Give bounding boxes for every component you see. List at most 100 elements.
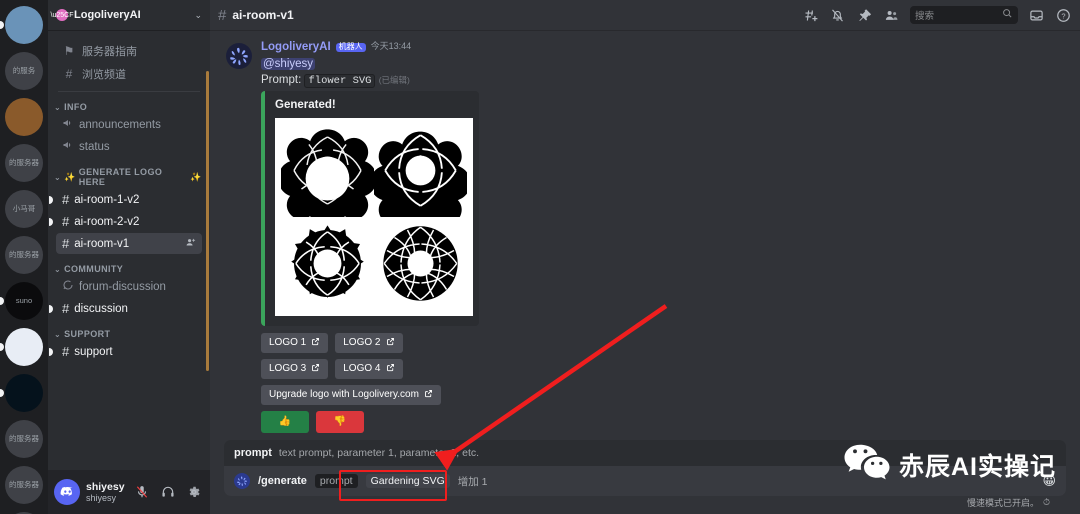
button-label: LOGO 4 [343, 363, 381, 375]
server-avatar-photo[interactable] [5, 6, 43, 44]
page-title: ai-room-v1 [232, 8, 294, 22]
inbox-icon[interactable] [1028, 7, 1045, 24]
headphones-icon[interactable] [158, 482, 178, 502]
server-avatar-6[interactable]: 的服务器 [5, 466, 43, 504]
category-community[interactable]: ⌄ COMMUNITY [54, 264, 202, 274]
hash-icon: # [62, 214, 70, 229]
search-icon [1002, 8, 1013, 22]
message-input[interactable]: /generate prompt Gardening SVG 增加 1 😀 [224, 466, 1066, 496]
button-label: LOGO 3 [269, 363, 307, 375]
external-link-icon [424, 389, 433, 400]
server-guide-icon: ⚑ [63, 44, 75, 58]
search-input[interactable]: 搜索 [910, 6, 1018, 24]
notification-off-icon[interactable] [829, 7, 846, 24]
upgrade-logo-button[interactable]: Upgrade logo with Logolivery.com [261, 384, 441, 405]
channel-label: status [79, 140, 110, 153]
sidebar-item-announcements[interactable]: announcements [56, 114, 202, 135]
add-member-icon[interactable] [185, 237, 196, 251]
threads-icon[interactable] [802, 7, 819, 24]
sidebar-item-status[interactable]: status [56, 136, 202, 157]
chevron-down-icon: ⌄ [54, 329, 62, 339]
button-label: LOGO 2 [343, 337, 381, 349]
logo-3-button[interactable]: LOGO 3 [261, 358, 329, 379]
sidebar-item-browse-channels[interactable]: # 浏览频道 [56, 63, 202, 85]
server-avatar-gallery[interactable] [5, 328, 43, 366]
category-label: COMMUNITY [64, 264, 124, 274]
svg-text:?: ? [1061, 11, 1065, 20]
hash-icon: # [62, 192, 70, 207]
slowmode-text: 慢速模式已开启。 [966, 497, 1039, 508]
component-buttons[interactable]: LOGO 1 LOGO 2 LOGO 3 LOGO 4 Upgrade logo wit… [261, 332, 1068, 433]
sidebar-item-server-guide[interactable]: ⚑ 服务器指南 [56, 40, 202, 62]
button-row: Upgrade logo with Logolivery.com [261, 384, 1068, 405]
category-support[interactable]: ⌄ SUPPORT [54, 329, 202, 339]
sidebar-item-label: 服务器指南 [82, 46, 137, 58]
composer-area: prompt text prompt, parameter 1, paramet… [210, 440, 1080, 514]
server-avatar-3[interactable]: 小马哥 [5, 190, 43, 228]
logo-2-button[interactable]: LOGO 2 [335, 332, 403, 353]
sidebar-item-forum-discussion[interactable]: forum-discussion [56, 276, 202, 297]
server-avatar-1[interactable]: 的服务 [5, 52, 43, 90]
category-generate-logo-here[interactable]: ⌄ ✨ GENERATE LOGO HERE ✨ [54, 167, 202, 187]
sidebar-item-ai-room-2-v2[interactable]: # ai-room-2-v2 [49, 211, 202, 232]
sidebar-item-discussion[interactable]: # discussion [49, 298, 202, 319]
command-bot-icon [234, 473, 250, 489]
button-label: Upgrade logo with Logolivery.com [269, 389, 419, 401]
thumbs-down-button[interactable]: 👎 [316, 410, 364, 433]
sparkle-icon: ✨ [64, 171, 76, 182]
category-info[interactable]: ⌄ INFO [54, 102, 202, 112]
message-body: LogoliveryAI 机器人 今天13:44 @shiyesy Prompt… [261, 41, 1068, 439]
mention-line: @shiyesy [261, 54, 1068, 72]
server-unread-pill [0, 389, 4, 397]
avatar[interactable] [54, 479, 80, 505]
server-avatar-5[interactable]: 的服务器 [5, 420, 43, 458]
sidebar-item-support[interactable]: # support [49, 341, 202, 362]
command-option-value[interactable]: Gardening SVG [365, 474, 450, 488]
slash-command: /generate [258, 475, 307, 487]
server-avatar-neon[interactable] [5, 374, 43, 412]
sidebar-scrollbar[interactable] [206, 71, 209, 371]
sidebar-item-ai-room-v1[interactable]: # ai-room-v1 [56, 233, 202, 254]
mic-muted-icon[interactable] [132, 482, 152, 502]
megaphone-icon [62, 117, 74, 132]
message: LogoliveryAI 机器人 今天13:44 @shiyesy Prompt… [210, 39, 1080, 439]
server-avatar-2[interactable]: 的服务器 [5, 144, 43, 182]
embed-image[interactable] [275, 117, 473, 316]
server-header[interactable]: \u25CF LogoliveryAI ⌄ [48, 0, 210, 31]
button-label: 👎 [333, 416, 347, 428]
channel-label: announcements [79, 118, 161, 131]
server-avatar-suno[interactable]: suno [5, 282, 43, 320]
logo-4-button[interactable]: LOGO 4 [335, 358, 403, 379]
channel-list[interactable]: ⚑ 服务器指南 # 浏览频道 ⌄ INFO announcements status ⌄ ✨ GEN… [48, 31, 210, 470]
emoji-picker-icon[interactable]: 😀 [1042, 473, 1056, 489]
pinned-messages-icon[interactable] [856, 7, 873, 24]
server-name: LogoliveryAI [74, 9, 141, 21]
category-label: SUPPORT [64, 329, 111, 339]
channel-topbar: # ai-room-v1 搜索 ? [210, 0, 1080, 31]
server-avatar-4[interactable]: 的服务器 [5, 236, 43, 274]
server-avatar-food[interactable] [5, 98, 43, 136]
sidebar-item-ai-room-1-v2[interactable]: # ai-room-1-v2 [49, 189, 202, 210]
logo-1-button[interactable]: LOGO 1 [261, 332, 329, 353]
hash-icon: # [218, 6, 227, 24]
members-icon[interactable] [883, 7, 900, 24]
server-rail[interactable]: 的服务的服务器小马哥的服务器suno的服务器的服务器你的服务羽的服务新的 [0, 0, 48, 514]
user-mention[interactable]: @shiyesy [261, 57, 316, 70]
button-label: LOGO 1 [269, 337, 307, 349]
channel-label: ai-room-2-v2 [74, 215, 140, 228]
sidebar-item-label: 浏览频道 [82, 69, 126, 81]
server-unread-pill [0, 343, 4, 351]
server-unread-pill [0, 297, 4, 305]
message-author[interactable]: LogoliveryAI [261, 41, 331, 54]
channel-label: forum-discussion [79, 280, 166, 293]
button-row: LOGO 1 LOGO 2 [261, 332, 1068, 353]
user-names: shiyesy shiyesy [86, 481, 126, 503]
thumbs-up-button[interactable]: 👍 [261, 410, 309, 433]
bot-avatar[interactable] [226, 43, 252, 69]
channel-label: discussion [74, 302, 128, 315]
help-icon[interactable]: ? [1055, 7, 1072, 24]
embed: Generated! [261, 90, 479, 326]
command-suggestion[interactable]: prompt text prompt, parameter 1, paramet… [224, 440, 1066, 466]
chevron-down-icon[interactable]: ⌄ [194, 10, 202, 21]
settings-gear-icon[interactable] [184, 482, 204, 502]
